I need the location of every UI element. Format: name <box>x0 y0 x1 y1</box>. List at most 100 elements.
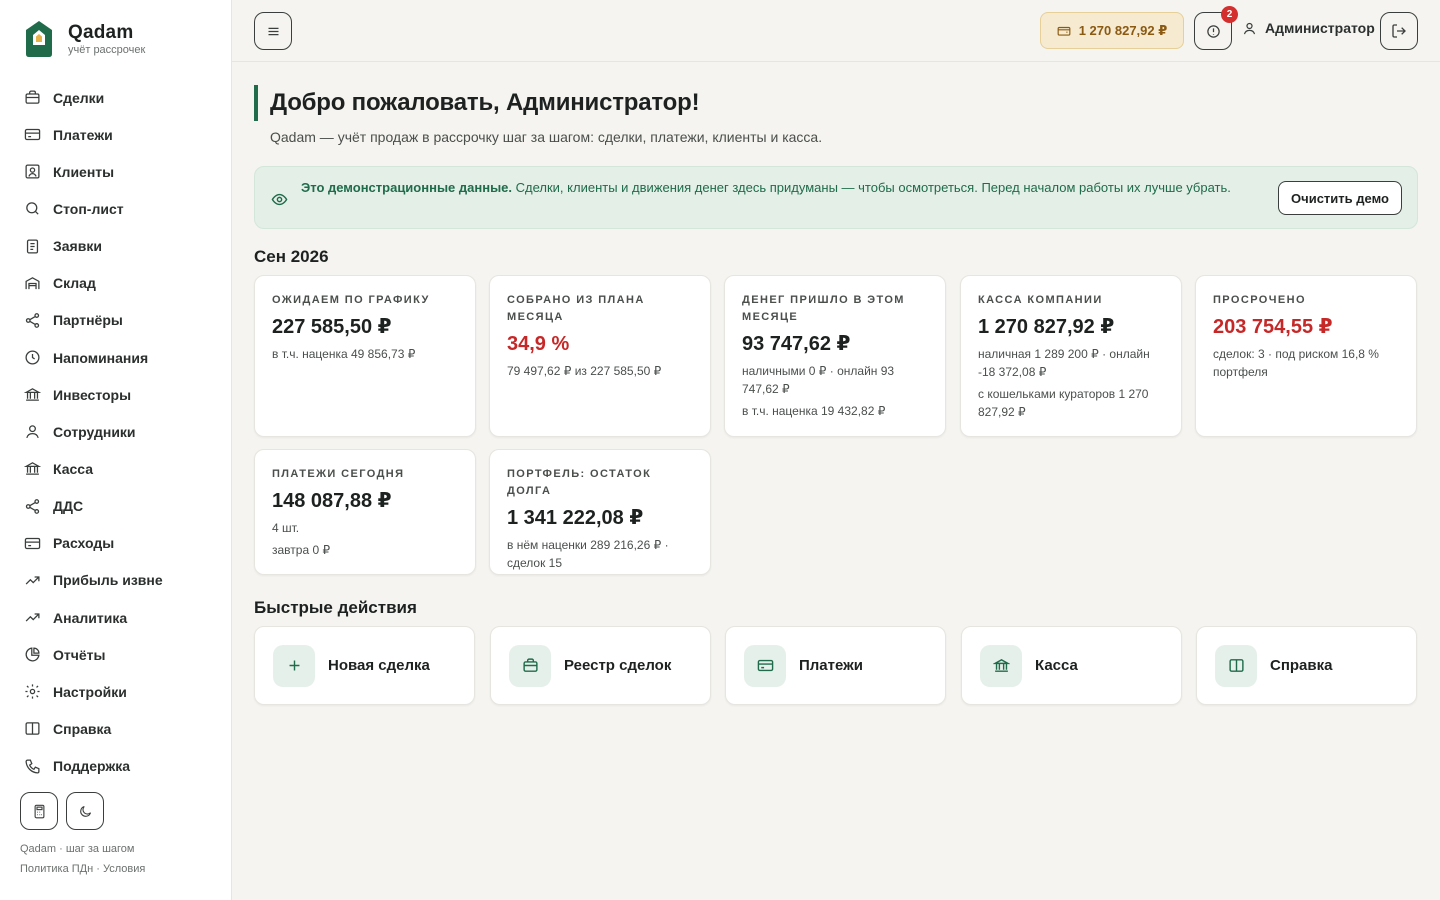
sidebar-item-label: Склад <box>53 275 96 292</box>
page-subtitle: Qadam — учёт продаж в рассрочку шаг за ш… <box>270 129 823 145</box>
credit-card-icon <box>24 535 41 552</box>
sidebar-item-reports[interactable]: Отчёты <box>0 636 231 673</box>
sidebar-item-label: Инвесторы <box>53 386 132 403</box>
sidebar-item-requests[interactable]: Заявки <box>0 228 231 265</box>
quick-actions-title: Быстрые действия <box>254 598 417 617</box>
menu-toggle-button[interactable] <box>254 12 292 50</box>
stat-card-value: 1 341 222,08 ₽ <box>507 507 644 529</box>
stat-card-value: 148 087,88 ₽ <box>272 490 392 512</box>
sidebar-item-warehouse[interactable]: Склад <box>0 265 231 302</box>
sidebar-item-expenses[interactable]: Расходы <box>0 525 231 562</box>
calculator-button[interactable] <box>20 792 58 830</box>
quick-action-cashbox[interactable]: Касса <box>961 626 1182 705</box>
quick-action-new-deal[interactable]: Новая сделка <box>254 626 475 705</box>
stat-card-note: наличными 0 ₽ · онлайн 93 747,62 ₽ <box>742 364 895 396</box>
brand[interactable]: Qadam учёт рассрочек <box>24 20 145 58</box>
stat-card-note: наличная 1 289 200 ₽ · онлайн -18 372,08… <box>978 347 1150 379</box>
stat-card-value: 203 754,55 ₽ <box>1213 316 1333 338</box>
sidebar-item-employees[interactable]: Сотрудники <box>0 413 231 450</box>
stat-card-note: сделок: 3 · под риском 16,8 % портфеля <box>1213 347 1379 379</box>
sidebar-item-label: Настройки <box>53 683 127 700</box>
stat-card-inflow[interactable]: Денег пришло в этом месяце 93 747,62 ₽ н… <box>724 275 946 437</box>
sidebar-item-reminders[interactable]: Напоминания <box>0 339 231 376</box>
menu-icon <box>268 27 278 35</box>
moon-icon <box>79 805 91 817</box>
sidebar-item-payments[interactable]: Платежи <box>0 116 231 153</box>
sidebar-item-external-profit[interactable]: Прибыль извне <box>0 562 231 599</box>
sidebar-item-stoplist[interactable]: Стоп-лист <box>0 190 231 227</box>
sidebar-item-label: Клиенты <box>53 163 115 180</box>
share-icon <box>24 312 41 329</box>
sidebar-item-label: Стоп-лист <box>53 200 124 217</box>
footer-links[interactable]: Политика ПДн · Условия <box>20 859 145 879</box>
phone-icon <box>24 758 41 775</box>
quick-action-payments[interactable]: Платежи <box>725 626 946 705</box>
stat-card-label: Просрочено <box>1213 294 1306 306</box>
brand-name: Qadam <box>68 22 134 43</box>
logout-icon <box>1392 24 1406 38</box>
page-title: Добро пожаловать, Администратор! <box>270 89 700 116</box>
stat-card-label: Собрано из плана месяца <box>507 294 645 323</box>
sidebar-item-investors[interactable]: Инвесторы <box>0 376 231 413</box>
stat-card-collected[interactable]: Собрано из плана месяца 34,9 % 79 497,62… <box>489 275 711 437</box>
stat-card-label: Ожидаем по графику <box>272 294 430 306</box>
sidebar-footer: Qadam · шаг за шагом Политика ПДн · Усло… <box>20 839 145 879</box>
stat-card-note: завтра 0 ₽ <box>272 543 331 557</box>
logo-icon <box>26 21 52 57</box>
hero: Добро пожаловать, Администратор! <box>254 85 700 121</box>
sidebar-item-label: Справка <box>53 720 112 737</box>
stat-card-value: 1 270 827,92 ₽ <box>978 316 1115 338</box>
sidebar-item-label: Сотрудники <box>53 423 136 440</box>
demo-banner-body: Сделки, клиенты и движения денег здесь п… <box>512 180 1231 195</box>
sidebar-item-help[interactable]: Справка <box>0 710 231 747</box>
stat-card-label: Касса компании <box>978 294 1103 306</box>
stat-card-portfolio[interactable]: Портфель: остаток долга 1 341 222,08 ₽ в… <box>489 449 711 575</box>
briefcase-icon <box>509 644 551 687</box>
stat-card-expected[interactable]: Ожидаем по графику 227 585,50 ₽ в т.ч. н… <box>254 275 476 437</box>
user-icon <box>1243 22 1256 34</box>
share-icon <box>24 498 41 515</box>
book-icon <box>1215 644 1257 687</box>
clear-demo-button[interactable]: Очистить демо <box>1278 181 1402 215</box>
sidebar-item-partners[interactable]: Партнёры <box>0 302 231 339</box>
stat-card-cashbox[interactable]: Касса компании 1 270 827,92 ₽ наличная 1… <box>960 275 1182 437</box>
briefcase-icon <box>24 89 41 106</box>
sidebar-item-clients[interactable]: Клиенты <box>0 153 231 190</box>
stat-card-note: в т.ч. наценка 19 432,82 ₽ <box>742 404 886 418</box>
wallet-icon <box>1057 26 1071 36</box>
balance-value: 1 270 827,92 ₽ <box>1078 22 1168 38</box>
topbar: 1 270 827,92 ₽ 2 Администратор <box>232 0 1440 62</box>
sidebar-item-analytics[interactable]: Аналитика <box>0 599 231 636</box>
sidebar-item-cashbox[interactable]: Касса <box>0 450 231 487</box>
user-menu[interactable]: Администратор <box>1242 20 1375 36</box>
quick-action-label: Платежи <box>799 657 863 674</box>
sidebar-item-label: Поддержка <box>53 758 131 775</box>
sidebar-item-label: Прибыль извне <box>53 572 163 589</box>
user-name: Администратор <box>1265 20 1375 36</box>
quick-action-help[interactable]: Справка <box>1196 626 1417 705</box>
credit-card-icon <box>744 644 786 687</box>
user-icon <box>24 423 41 440</box>
sidebar-item-settings[interactable]: Настройки <box>0 673 231 710</box>
theme-toggle-button[interactable] <box>66 792 104 830</box>
sidebar-item-support[interactable]: Поддержка <box>0 748 231 785</box>
stat-card-today[interactable]: Платежи сегодня 148 087,88 ₽ 4 шт. завтр… <box>254 449 476 575</box>
stat-card-note: в т.ч. наценка 49 856,73 ₽ <box>272 347 416 361</box>
quick-action-label: Реестр сделок <box>564 657 672 674</box>
trend-up-icon <box>24 572 41 589</box>
stat-card-note: в нём наценки 289 216,26 ₽ · сделок 15 <box>507 538 669 570</box>
stat-card-overdue[interactable]: Просрочено 203 754,55 ₽ сделок: 3 · под … <box>1195 275 1417 437</box>
alerts-button[interactable]: 2 <box>1194 6 1238 50</box>
balance-chip[interactable]: 1 270 827,92 ₽ <box>1040 12 1184 49</box>
sidebar-item-deals[interactable]: Сделки <box>0 79 231 116</box>
gear-icon <box>24 683 41 700</box>
logout-button[interactable] <box>1380 12 1418 50</box>
pie-chart-icon <box>24 646 41 663</box>
bank-icon <box>24 386 41 403</box>
calculator-icon <box>34 804 44 818</box>
plus-icon <box>273 644 315 687</box>
sidebar-item-label: Расходы <box>53 535 115 552</box>
quick-action-deals-registry[interactable]: Реестр сделок <box>490 626 711 705</box>
sidebar-item-label: ДДС <box>53 498 84 515</box>
sidebar-item-cashflow[interactable]: ДДС <box>0 488 231 525</box>
